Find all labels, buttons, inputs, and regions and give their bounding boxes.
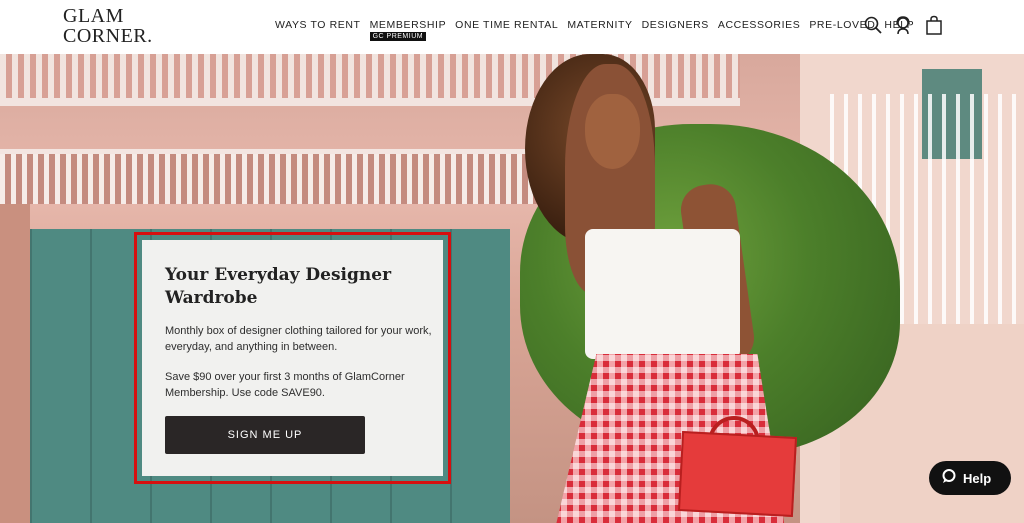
red-bag	[677, 431, 798, 517]
glamcorner-logo[interactable]: GLAM CORNER.	[63, 6, 153, 46]
nav-membership[interactable]: MEMBERSHIP GC PREMIUM	[369, 19, 447, 41]
membership-promo-card: Your Everyday Designer Wardrobe Monthly …	[142, 240, 443, 476]
card-description: Monthly box of designer clothing tailore…	[165, 325, 432, 353]
card-title: Your Everyday Designer Wardrobe	[165, 265, 392, 308]
help-label: Help	[963, 470, 992, 486]
nav-ways-to-rent[interactable]: WAYS TO RENT	[275, 19, 361, 31]
hero-bg-wall	[0, 204, 30, 523]
model-white-top	[585, 229, 740, 359]
nav-accessories[interactable]: ACCESSORIES	[718, 19, 800, 31]
nav-maternity[interactable]: MATERNITY	[567, 19, 632, 31]
help-chat-button[interactable]: Help	[929, 461, 1011, 495]
nav-designers[interactable]: DESIGNERS	[642, 19, 709, 31]
sign-me-up-button[interactable]: SIGN ME UP	[165, 416, 365, 454]
shopping-bag-icon[interactable]	[924, 15, 944, 35]
hero-bg-lacework	[0, 154, 540, 204]
logo-line-2: CORNER.	[63, 25, 153, 47]
card-promo-text: Save $90 over your first 3 months of Gla…	[165, 371, 405, 399]
nav-one-time-rental[interactable]: ONE TIME RENTAL	[455, 19, 558, 31]
logo-line-1: GLAM	[63, 5, 124, 27]
model-face	[585, 94, 640, 169]
main-nav: WAYS TO RENT MEMBERSHIP GC PREMIUM ONE T…	[275, 19, 923, 41]
nav-membership-label: MEMBERSHIP	[369, 19, 447, 31]
gc-premium-badge: GC PREMIUM	[369, 32, 427, 41]
support-agent-icon[interactable]	[893, 15, 913, 35]
chat-bubble-icon	[941, 468, 957, 489]
search-icon[interactable]	[863, 15, 883, 35]
site-header: GLAM CORNER. WAYS TO RENT MEMBERSHIP GC …	[0, 0, 1024, 54]
